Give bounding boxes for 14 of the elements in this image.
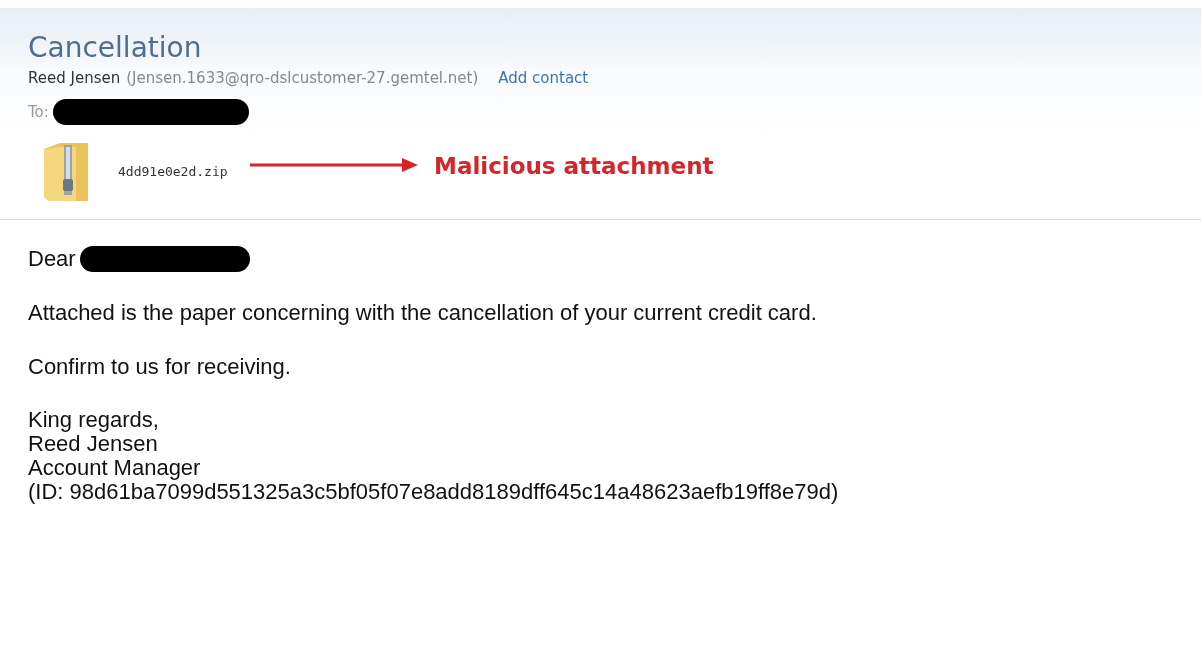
add-contact-link[interactable]: Add contact	[498, 69, 589, 87]
signature-line: Account Manager	[28, 456, 201, 480]
annotation-label: Malicious attachment	[434, 153, 714, 179]
sender-name: Reed Jensen	[28, 69, 121, 87]
greeting: Dear	[28, 246, 76, 272]
body-paragraph: Attached is the paper concerning with the cancellation of your current credit card.	[28, 300, 817, 326]
attachment-file-name[interactable]: 4dd91e0e2d.zip	[118, 159, 230, 185]
signature-line: (ID: 98d61ba7099d551325a3c5bf05f07e8add8189dff645c14a48623aefb19ff8e79d)	[28, 480, 839, 504]
body-paragraph: Confirm to us for receiving.	[28, 354, 291, 380]
to-label: To:	[28, 103, 49, 121]
subject-title: Cancellation	[28, 30, 202, 66]
sender-address: (Jensen.1633@qro-dslcustomer-27.gemtel.net)	[126, 69, 479, 87]
signature-line: Reed Jensen	[28, 432, 158, 456]
signature-line: King regards,	[28, 408, 159, 432]
